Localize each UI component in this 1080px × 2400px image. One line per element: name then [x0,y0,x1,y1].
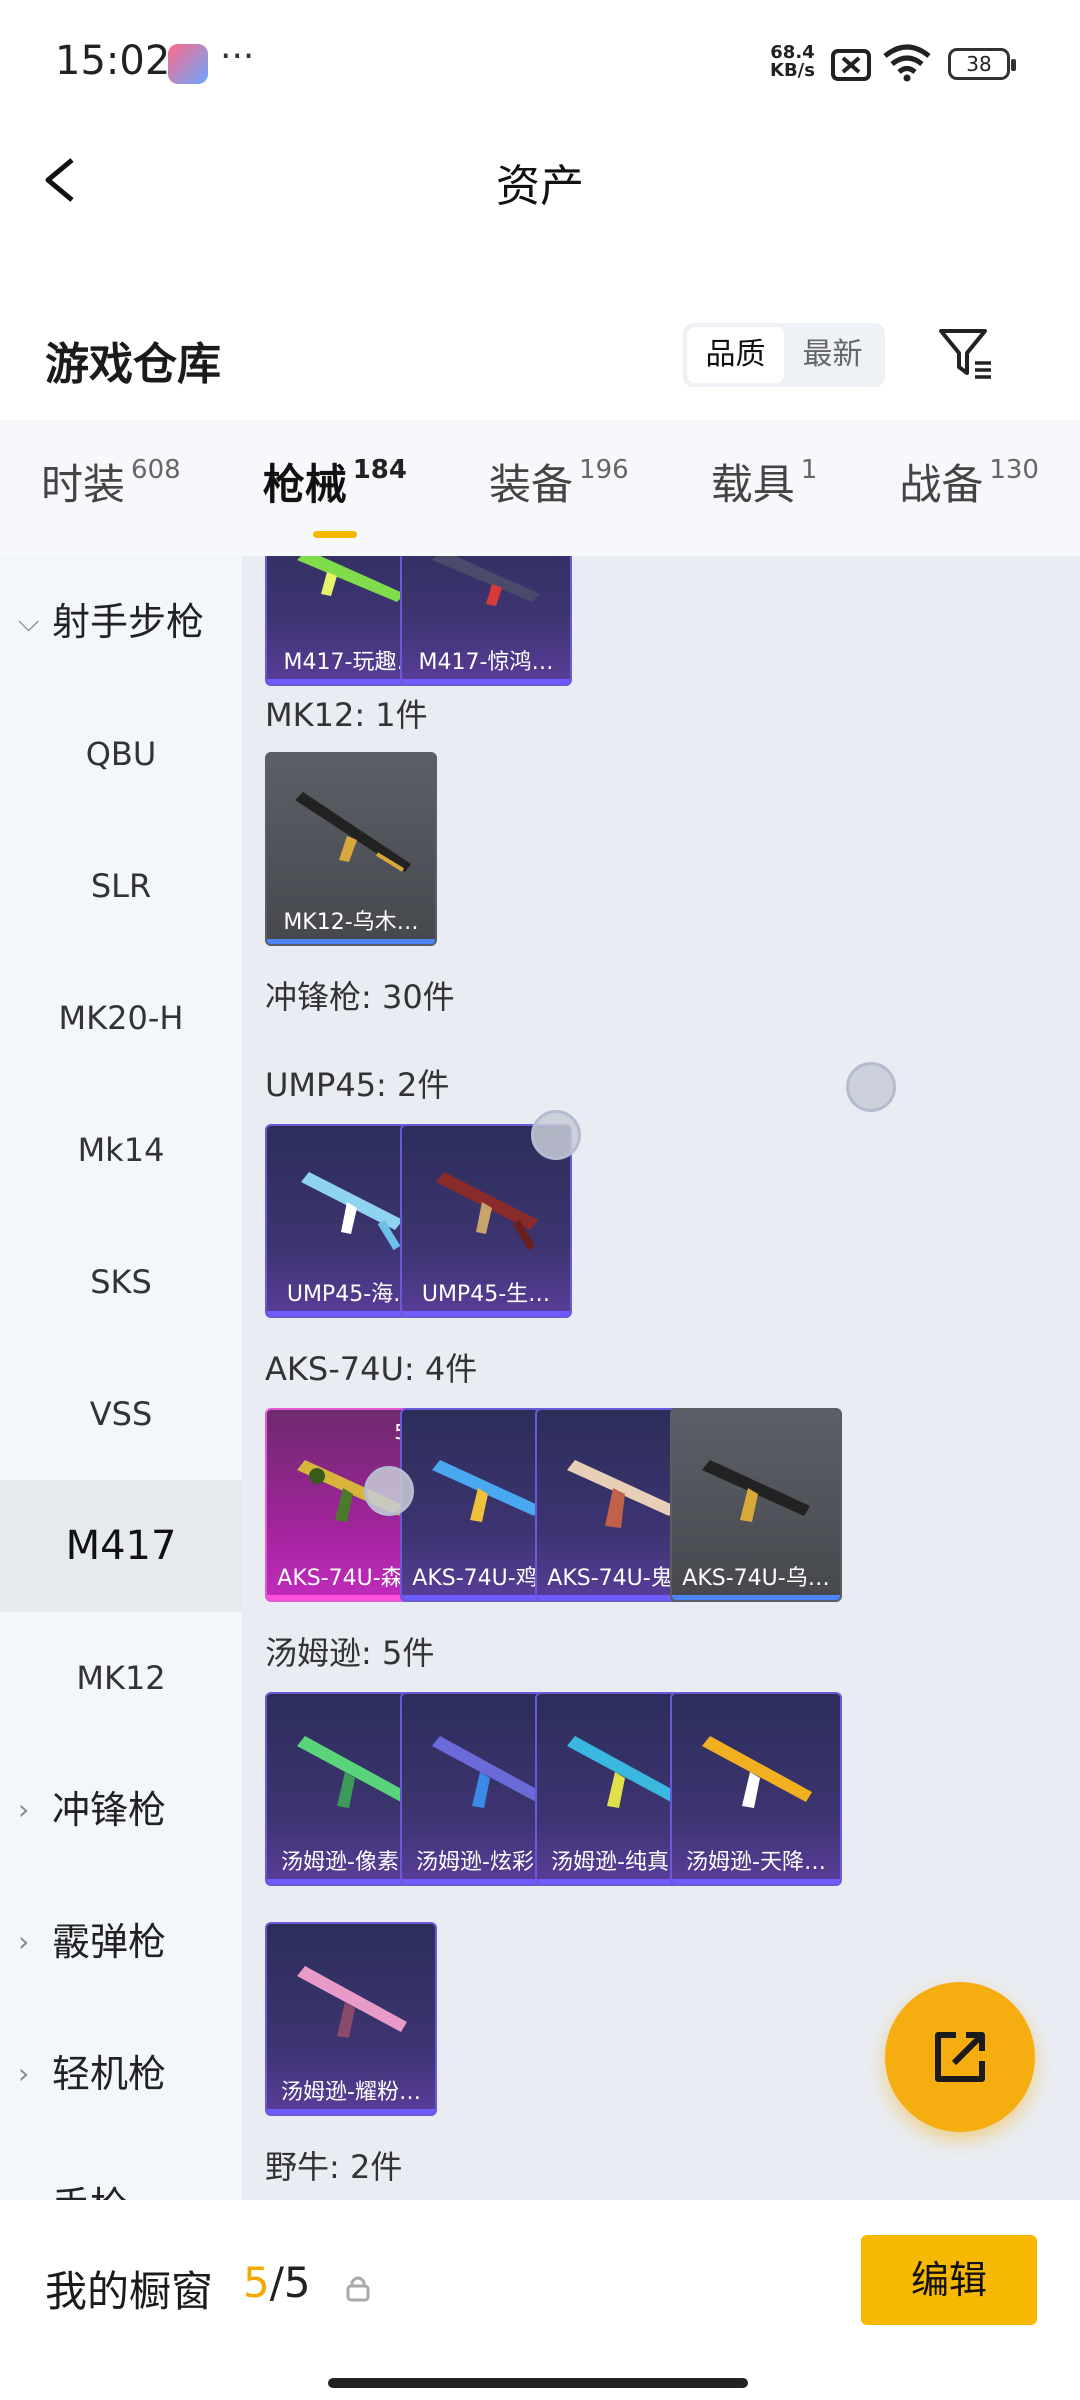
showcase-count: 5/5 [243,2258,311,2307]
network-speed: 68.4 KB/s [770,42,815,81]
lock-icon [346,2276,370,2302]
item-label: 汤姆逊-天降… [686,1850,826,1875]
page-title: 资产 [496,161,584,212]
touch-indicator [531,1110,581,1160]
no-sim-icon [831,49,871,81]
chevron-right-icon: › [18,1793,30,1826]
chevron-right-icon: › [18,1925,30,1958]
sidebar-item-qbu[interactable]: QBU [0,688,242,820]
section-header-smg: 冲锋枪: 30件 [265,978,455,1016]
gesture-handle [328,2378,748,2388]
category-tabs: 时装 608 枪械 184 装备 196 载具 1 战备 130 [0,420,1080,556]
sidebar-item-vss[interactable]: VSS [0,1348,242,1480]
section-header-bizon: 野牛: 2件 [265,2148,403,2186]
chevron-right-icon: › [18,2057,30,2090]
edit-button[interactable]: 编辑 [861,2235,1037,2325]
tab-fashion[interactable]: 时装 608 [41,451,181,526]
sidebar-item-sks[interactable]: SKS [0,1216,242,1348]
sidebar-item-mk14[interactable]: Mk14 [0,1084,242,1216]
item-grid: M417-玩趣… M417-惊鸿… MK12: 1件 MK12-乌木… 冲锋枪:… [242,556,1080,2200]
share-fab-button[interactable] [885,1982,1035,2132]
sort-newest-button[interactable]: 最新 [784,327,881,383]
wifi-icon [883,44,931,82]
weapon-type-sidebar: ⌵ 射手步枪 QBU SLR MK20-H Mk14 SKS VSS M417 M… [0,556,242,2200]
item-card[interactable]: 汤姆逊-天降… [670,1692,842,1886]
rifle-skin-image [432,556,540,606]
item-card[interactable]: 汤姆逊-耀粉… [265,1922,437,2116]
smg-skin-image [297,1966,407,2038]
more-notifications-icon: ··· [220,36,255,77]
smg-skin-image [702,1460,810,1522]
tab-vehicles[interactable]: 载具 1 [711,451,818,526]
sort-toggle: 品质 最新 [683,323,885,387]
game-app-icon [168,44,208,84]
chevron-right-icon: › [18,2140,29,2200]
section-header-aks74u: AKS-74U: 4件 [265,1350,478,1388]
sidebar-group-marksman[interactable]: ⌵ 射手步枪 [0,556,242,688]
showcase-label: 我的橱窗 [45,2267,214,2316]
sidebar-item-m417[interactable]: M417 [0,1480,242,1612]
tab-guns[interactable]: 枪械 184 [263,451,407,538]
chevron-down-icon: ⌵ [18,605,40,638]
sidebar-group-shotgun[interactable]: › 霰弹枪 [0,1876,242,2008]
sidebar-group-pistol[interactable]: ›手枪 [0,2140,242,2200]
filter-icon[interactable] [935,323,995,383]
item-label: MK12-乌木… [283,910,419,935]
item-card[interactable]: AKS-74U-乌… [670,1408,842,1602]
item-label: AKS-74U-乌… [682,1566,830,1591]
touch-indicator [364,1466,414,1516]
tab-equipment[interactable]: 装备 196 [489,451,629,526]
sidebar-group-smg[interactable]: › 冲锋枪 [0,1744,242,1876]
warehouse-title: 游戏仓库 [45,339,221,390]
section-header-ump45: UMP45: 2件 [265,1066,450,1104]
rifle-skin-image [295,792,411,872]
item-label: M417-惊鸿… [418,650,554,675]
item-label: 汤姆逊-耀粉… [281,2080,421,2105]
share-icon [935,2032,985,2082]
clock: 15:02 [55,38,171,84]
item-label: UMP45-生… [421,1282,551,1307]
sidebar-group-lmg[interactable]: › 轻机枪 [0,2008,242,2140]
sort-quality-button[interactable]: 品质 [687,327,784,383]
sidebar-item-slr[interactable]: SLR [0,820,242,952]
section-header-mk12: MK12: 1件 [265,696,428,734]
sidebar-item-mk12[interactable]: MK12 [0,1612,242,1744]
screen: { "status": {"time": "15:02", "speed": "… [0,0,1080,2400]
item-card[interactable]: M417-惊鸿… [400,556,572,686]
sidebar-item-mk20h[interactable]: MK20-H [0,952,242,1084]
tab-supplies[interactable]: 战备 130 [899,451,1039,526]
smg-skin-image [702,1736,812,1808]
showcase-bar: 我的橱窗 5/5 编辑 [0,2200,1080,2400]
section-header-thompson: 汤姆逊: 5件 [265,1634,435,1672]
battery-indicator: 38 [948,48,1016,80]
status-bar: 15:02 ··· 68.4 KB/s 38 [0,0,1080,130]
touch-indicator [846,1062,896,1112]
smg-skin-image [436,1172,538,1251]
item-card[interactable]: MK12-乌木… [265,752,437,946]
